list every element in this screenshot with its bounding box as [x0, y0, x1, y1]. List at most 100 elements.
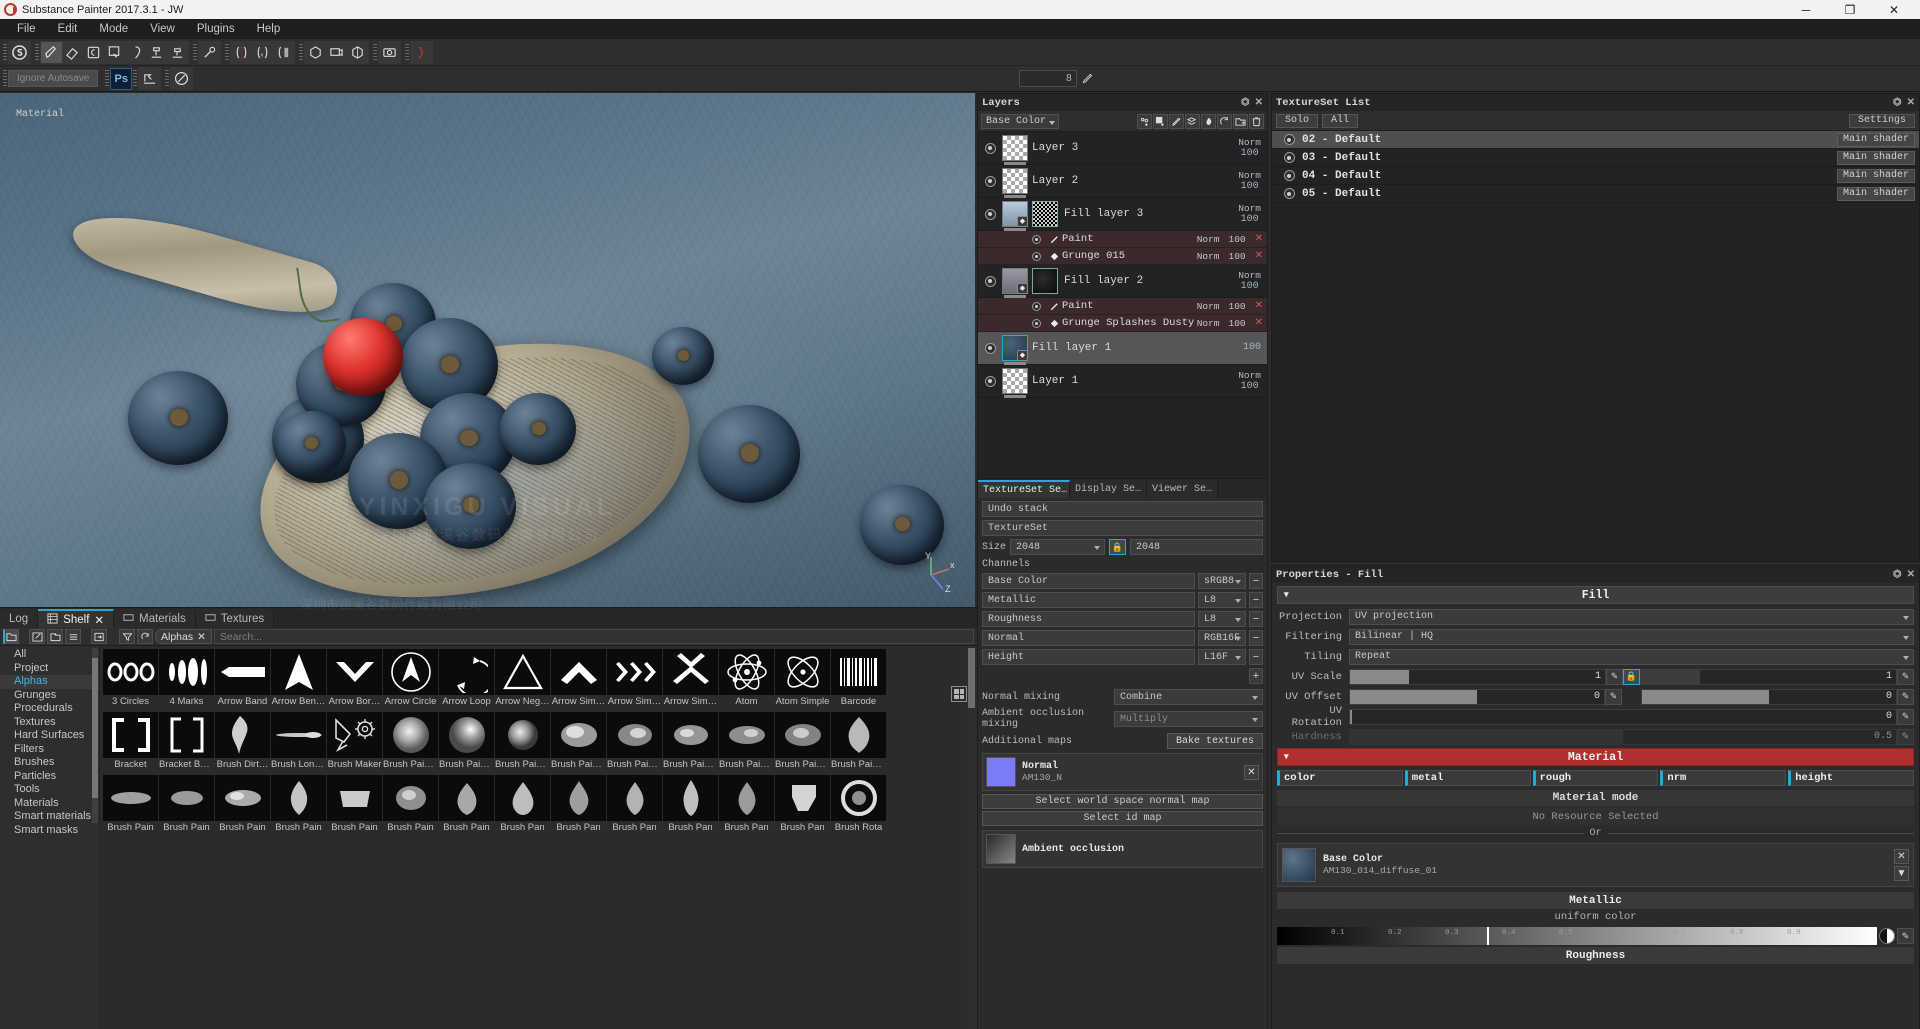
substance-logo-icon[interactable] — [9, 42, 30, 63]
category-smart-masks[interactable]: Smart masks — [0, 824, 99, 838]
base-color-thumbnail[interactable] — [1282, 848, 1316, 882]
asset-cell[interactable]: Brush Pain — [439, 775, 494, 837]
toolbar-grip-4[interactable] — [225, 43, 229, 61]
camera-icon[interactable] — [379, 42, 400, 63]
channel-selector[interactable]: Base Color — [981, 113, 1060, 129]
close-button[interactable]: ✕ — [1872, 0, 1916, 19]
asset-cell[interactable]: Bracket — [103, 712, 158, 774]
brush-size-field[interactable]: 8 — [1018, 70, 1077, 87]
tab-close-icon[interactable]: ✕ — [94, 613, 104, 627]
uv-rotation-edit-icon[interactable]: ✎ — [1897, 708, 1914, 725]
mask-effect-row[interactable]: Paint Norm 100 ✕ — [978, 298, 1267, 315]
uv-offset-v-edit-icon[interactable]: ✎ — [1897, 688, 1914, 705]
solo-button[interactable]: Solo — [1276, 113, 1319, 128]
tab-viewer-settings[interactable]: Viewer Se… — [1147, 480, 1219, 498]
channel-format-select[interactable]: L16F — [1198, 649, 1246, 665]
normal-map-thumbnail[interactable] — [986, 757, 1016, 787]
menu-help[interactable]: Help — [246, 19, 292, 39]
base-color-resource-slot[interactable]: Base Color AM130_014_diffuse_01 ✕ ▼ — [1277, 843, 1914, 887]
metallic-gradient-track[interactable]: 0.1 0.2 0.3 0.4 0.5 0.6 0.7 0.8 0.9 — [1277, 927, 1877, 945]
layer-thumbnail[interactable] — [1002, 135, 1028, 165]
effect-remove-icon[interactable]: ✕ — [1255, 250, 1263, 262]
metallic-slider-handle[interactable] — [1487, 927, 1489, 945]
new-folder-icon[interactable] — [47, 629, 63, 644]
tab-textureset-settings[interactable]: TextureSet Se… ✕ — [978, 480, 1070, 498]
menu-edit[interactable]: Edit — [47, 19, 89, 39]
add-group-icon[interactable] — [1233, 113, 1248, 129]
clear-normal-map-icon[interactable]: ✕ — [1244, 764, 1259, 780]
asset-cell[interactable]: Brush Pain… — [439, 712, 494, 774]
tiling-select[interactable]: Repeat — [1349, 648, 1914, 665]
layer-visibility-toggle[interactable] — [978, 375, 1002, 387]
toolbar-grip-3[interactable] — [193, 43, 197, 61]
textureset-visibility-toggle[interactable] — [1276, 134, 1302, 145]
layer-row-selected[interactable]: ◆ Fill layer 1 100 — [978, 332, 1267, 365]
toolbar2-grip-3[interactable] — [133, 70, 138, 87]
paint-brush-tool-icon[interactable] — [41, 41, 62, 63]
channel-format-select[interactable]: L8 — [1198, 611, 1246, 627]
layer-visibility-toggle[interactable] — [978, 275, 1002, 287]
asset-cell[interactable]: Brush Pain… — [607, 712, 662, 774]
tab-channel-metal[interactable]: metal — [1404, 770, 1531, 786]
metallic-gradient-slider[interactable]: 0.1 0.2 0.3 0.4 0.5 0.6 0.7 0.8 0.9 ✎ — [1277, 927, 1914, 945]
toolbar2-grip-2[interactable] — [105, 70, 110, 87]
asset-cell[interactable]: Brush Pan — [775, 775, 830, 837]
channel-format-select[interactable]: sRGB8 — [1198, 573, 1246, 589]
asset-cell[interactable]: Brush Pain… — [775, 712, 830, 774]
toolbar-grip-7[interactable] — [405, 43, 409, 61]
export-icon[interactable] — [139, 68, 160, 89]
tab-channel-nrm[interactable]: nrm — [1660, 770, 1787, 786]
tab-channel-height[interactable]: height — [1788, 770, 1914, 786]
asset-cell[interactable]: Bracket Be… — [159, 712, 214, 774]
tab-materials[interactable]: Materials — [114, 609, 196, 628]
shader-button[interactable]: Main shader — [1836, 132, 1915, 147]
close-icon[interactable]: ✕ — [1907, 97, 1915, 109]
category-alphas[interactable]: Alphas — [0, 675, 99, 689]
add-smart-material-icon[interactable] — [1137, 113, 1152, 129]
reset-filter-icon[interactable] — [137, 629, 153, 644]
polygon-fill-tool-icon[interactable] — [125, 42, 146, 63]
layer-visibility-toggle[interactable] — [978, 342, 1002, 354]
textureset-visibility-toggle[interactable] — [1276, 188, 1302, 199]
add-mask-icon[interactable] — [1201, 113, 1216, 129]
toolbar-grip[interactable] — [3, 43, 7, 61]
toolbar2-grip[interactable] — [3, 70, 7, 87]
search-input[interactable]: Search... — [213, 629, 974, 644]
asset-cell[interactable]: Brush Pain — [215, 775, 270, 837]
asset-cell[interactable]: Arrow Circle — [383, 649, 438, 711]
ao-map-thumbnail[interactable] — [986, 834, 1016, 864]
textureset-row[interactable]: 04 - Default Main shader — [1272, 167, 1919, 185]
channel-name[interactable]: Metallic — [982, 592, 1195, 608]
channel-format-select[interactable]: RGB16F — [1198, 630, 1246, 646]
close-icon[interactable]: ✕ — [1907, 569, 1915, 581]
asset-cell[interactable]: Brush Pan — [607, 775, 662, 837]
material-picker-icon[interactable] — [199, 42, 220, 63]
minimize-button[interactable]: ─ — [1784, 0, 1828, 19]
all-button[interactable]: All — [1322, 113, 1359, 128]
layer-mask-thumbnail[interactable] — [1032, 201, 1058, 227]
category-smart-materials[interactable]: Smart materials — [0, 810, 99, 824]
remove-channel-icon[interactable]: − — [1249, 611, 1263, 627]
textureset-visibility-toggle[interactable] — [1276, 152, 1302, 163]
filtering-select[interactable]: Bilinear | HQ — [1349, 628, 1914, 645]
asset-cell[interactable]: Brush Pan — [551, 775, 606, 837]
asset-cell[interactable]: Brush Pain… — [719, 712, 774, 774]
asset-cell[interactable]: Brush Pain — [103, 775, 158, 837]
layer-visibility-toggle[interactable] — [978, 142, 1002, 154]
size-u-select[interactable]: 2048 — [1010, 539, 1106, 555]
remove-channel-icon[interactable]: − — [1249, 573, 1263, 589]
layer-row[interactable]: Layer 1 Norm 100 — [978, 365, 1267, 398]
folder-icon[interactable] — [3, 629, 19, 644]
asset-cell[interactable]: Brush Rota — [831, 775, 886, 837]
effect-visibility-toggle[interactable] — [1026, 301, 1046, 311]
category-procedurals[interactable]: Procedurals — [0, 702, 99, 716]
symmetry-toggle-icon[interactable] — [231, 42, 252, 63]
toolbar-grip-2[interactable] — [35, 43, 39, 61]
size-v-field[interactable]: 2048 — [1130, 539, 1263, 555]
asset-cell[interactable]: Arrow Loop — [439, 649, 494, 711]
projection-tool-icon[interactable] — [83, 42, 104, 63]
undo-stack-field[interactable]: Undo stack — [982, 501, 1263, 517]
toolbar-grip-6[interactable] — [373, 43, 377, 61]
filter-chip-alphas[interactable]: Alphas ✕ — [155, 629, 212, 644]
uv-scale-lock-icon[interactable]: 🔒 — [1623, 668, 1640, 685]
